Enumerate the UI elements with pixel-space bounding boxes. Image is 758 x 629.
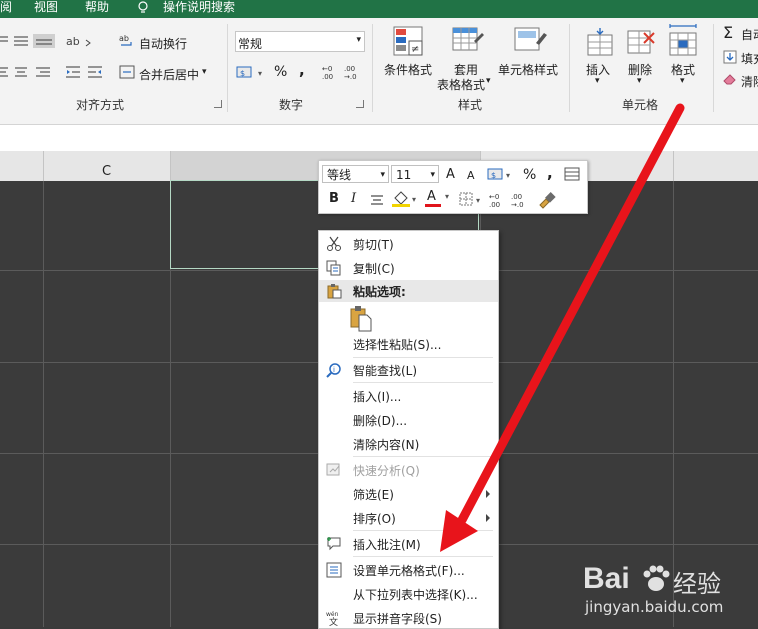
annotation-arrow <box>440 103 685 552</box>
paw-icon <box>643 565 670 591</box>
baidu-watermark: Bai 经验 jingyan.baidu.com <box>583 562 724 616</box>
